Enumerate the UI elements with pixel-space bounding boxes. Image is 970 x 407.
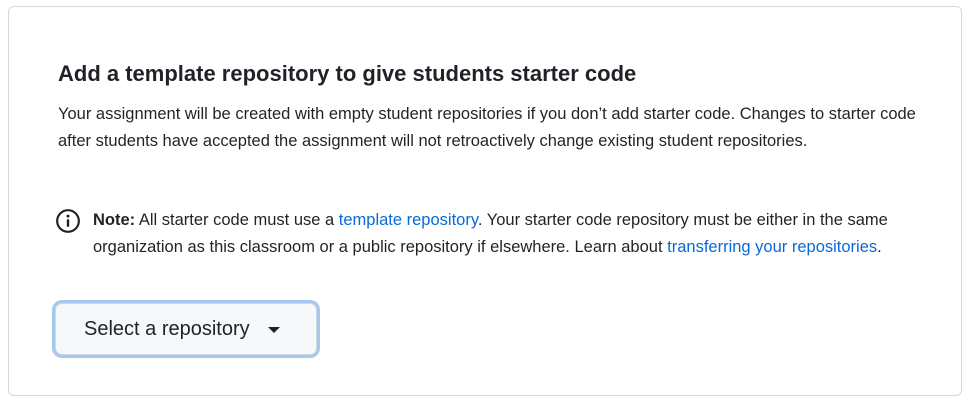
note-callout: Note: All starter code must use a templa… xyxy=(55,207,935,261)
section-description: Your assignment will be created with emp… xyxy=(58,105,916,150)
caret-down-icon xyxy=(267,327,280,333)
transferring-repositories-link[interactable]: transferring your repositories xyxy=(667,238,877,256)
note-label: Note: xyxy=(93,211,136,229)
template-repository-link[interactable]: template repository xyxy=(339,211,478,229)
note-text: Note: All starter code must use a templa… xyxy=(93,207,923,261)
note-text-part-3: . xyxy=(877,238,882,256)
section-title: Add a template repository to give studen… xyxy=(58,61,637,86)
select-repository-label: Select a repository xyxy=(84,317,250,340)
starter-code-card: Add a template repository to give studen… xyxy=(8,6,962,396)
info-icon xyxy=(56,209,80,233)
note-text-part-1: All starter code must use a xyxy=(135,211,339,229)
select-repository-button[interactable]: Select a repository xyxy=(55,303,317,355)
